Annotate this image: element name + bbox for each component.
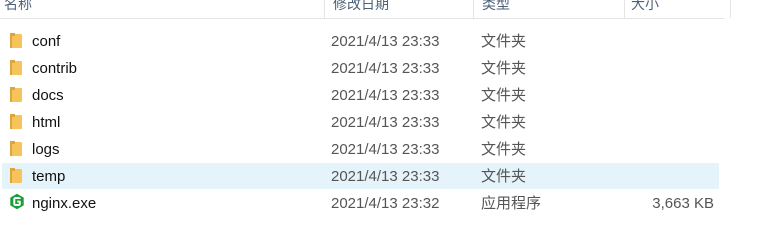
file-name: contrib	[32, 60, 78, 77]
file-type: 文件夹	[481, 60, 527, 77]
file-row[interactable]: nginx.exe 2021/4/13 23:32 应用程序 3,663 KB	[0, 190, 784, 217]
folder-icon	[10, 168, 24, 184]
nginx-exe-icon	[9, 193, 24, 210]
file-name: html	[32, 114, 61, 131]
file-row[interactable]: contrib 2021/4/13 23:33 文件夹	[0, 55, 784, 82]
file-date-modified: 2021/4/13 23:33	[331, 60, 440, 77]
column-header-bar: 名称 修改日期 类型 大小	[0, 0, 731, 19]
folder-icon	[10, 87, 24, 103]
file-type: 文件夹	[481, 33, 527, 50]
column-header-date-modified[interactable]: 修改日期	[324, 0, 481, 18]
file-date-modified: 2021/4/13 23:32	[331, 195, 440, 212]
file-type: 应用程序	[481, 195, 542, 212]
file-name: docs	[32, 87, 64, 104]
file-name: logs	[32, 141, 60, 158]
file-type: 文件夹	[481, 87, 527, 104]
file-row-selected[interactable]: temp 2021/4/13 23:33 文件夹	[0, 163, 784, 190]
file-type: 文件夹	[481, 141, 527, 158]
file-date-modified: 2021/4/13 23:33	[331, 141, 440, 158]
folder-icon	[10, 114, 24, 130]
file-row[interactable]: logs 2021/4/13 23:33 文件夹	[0, 136, 784, 163]
folder-icon	[10, 60, 24, 76]
file-date-modified: 2021/4/13 23:33	[331, 114, 440, 131]
file-date-modified: 2021/4/13 23:33	[331, 168, 440, 185]
file-row[interactable]: docs 2021/4/13 23:33 文件夹	[0, 82, 784, 109]
file-type: 文件夹	[481, 114, 527, 131]
file-explorer-list: 名称 修改日期 类型 大小 conf 2021/4/13 23:33 文件夹 c…	[0, 0, 784, 250]
file-name: conf	[32, 33, 61, 50]
column-header-type[interactable]: 类型	[473, 0, 632, 18]
file-name: temp	[32, 168, 66, 185]
file-size: 3,663 KB	[652, 195, 714, 212]
file-type: 文件夹	[481, 168, 527, 185]
folder-icon	[10, 141, 24, 157]
column-header-name[interactable]: 名称	[4, 0, 322, 18]
column-header-size[interactable]: 大小	[624, 0, 731, 18]
file-list: conf 2021/4/13 23:33 文件夹 contrib 2021/4/…	[0, 28, 784, 217]
file-row[interactable]: conf 2021/4/13 23:33 文件夹	[0, 28, 784, 55]
file-date-modified: 2021/4/13 23:33	[331, 87, 440, 104]
file-name: nginx.exe	[32, 195, 97, 212]
file-row[interactable]: html 2021/4/13 23:33 文件夹	[0, 109, 784, 136]
folder-icon	[10, 33, 24, 49]
file-date-modified: 2021/4/13 23:33	[331, 33, 440, 50]
